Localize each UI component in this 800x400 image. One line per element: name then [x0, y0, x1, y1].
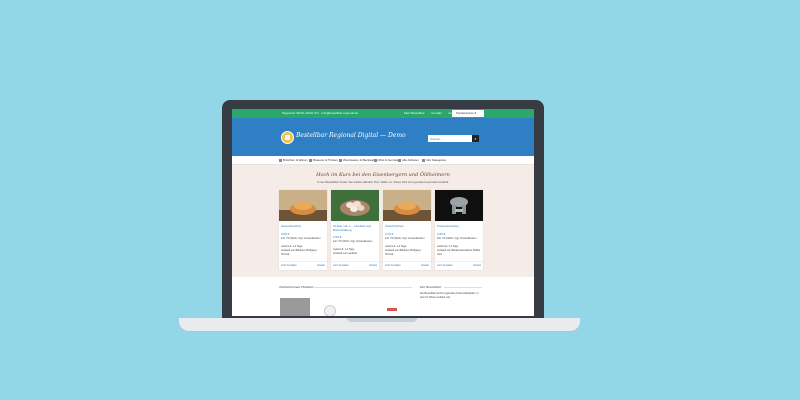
sausage-icon — [339, 158, 342, 162]
laptop-notch — [347, 318, 417, 322]
product-delivery: Lieferzeit: 1-2 Tage — [333, 248, 355, 251]
product-seller: Verkauft von Bäckereikonditorei Willkür … — [437, 249, 481, 256]
product-image — [383, 190, 431, 221]
card-footer: Jetzt bestellen Details — [331, 261, 379, 270]
nav-item-brauerei[interactable]: Brauerei & Trinken — [309, 158, 338, 162]
product-seller: Verkauft von Bäckerei Wolfgang Schmitt — [385, 249, 421, 256]
details-button[interactable]: Details — [421, 264, 429, 267]
details-button[interactable]: Details — [317, 264, 325, 267]
logo-icon[interactable] — [281, 131, 294, 144]
product-image — [279, 190, 327, 221]
product-delivery: Lieferzeit: 1-2 Tage — [437, 245, 459, 248]
website-screen: Tageszeit: 08:00–18:00 Uhr · info@bestel… — [232, 109, 534, 316]
hero-title: Hoch im Kurs bei den Eisenbergern und Öl… — [316, 172, 450, 178]
nav-item-wurstwaren[interactable]: Wurstwaren & Backwaren — [339, 158, 377, 162]
merchants-heading: Teilnehmende Händler — [279, 285, 314, 289]
product-tax: inkl. 7% MwSt. zzgl. Versandkosten — [437, 237, 477, 240]
product-seller: Verkauft von Landwirt — [333, 252, 358, 255]
bread-icon — [279, 158, 282, 162]
account-dropdown[interactable]: Kundenkonto ▾ — [452, 110, 484, 117]
search-icon[interactable]: ⌕ — [472, 135, 479, 142]
product-price: 0,79 € — [385, 232, 394, 236]
product-delivery: Lieferzeit: 1-2 Tage — [385, 245, 407, 248]
product-image — [435, 190, 483, 221]
store-icon — [398, 158, 401, 162]
nav-item-broetchen[interactable]: Brötchen & Waren — [279, 158, 307, 162]
nav-item-info[interactable]: Info Kategorien — [422, 158, 446, 162]
top-bar: Tageszeit: 08:00–18:00 Uhr · info@bestel… — [232, 109, 534, 118]
top-link-contact[interactable]: Kontakt — [432, 111, 442, 115]
product-delivery: Lieferzeit: 1-2 Tage — [281, 245, 303, 248]
site-title[interactable]: Bestellbar Regional Digital — Demo — [296, 132, 406, 139]
product-price: 0,95 € — [437, 232, 446, 236]
nav-item-anbieter[interactable]: Alle Anbieter — [398, 158, 419, 162]
product-card[interactable]: Ostereierkuchen 0,95 € inkl. 7% MwSt. zz… — [435, 190, 483, 270]
product-tax: inkl. 7% MwSt. zzgl. Versandkosten — [281, 237, 321, 240]
featured-section: Hoch im Kurs bei den Eisenbergern und Öl… — [232, 165, 534, 277]
product-price: 0,59 € — [281, 232, 290, 236]
product-name[interactable]: Hasenbrötchen — [281, 224, 325, 228]
beer-icon — [309, 158, 312, 162]
top-link-account[interactable]: Mein Bestellbar — [404, 111, 425, 115]
card-footer: Jetzt bestellen Details — [435, 261, 483, 270]
about-heading: Die Bestellbar — [420, 285, 442, 289]
card-footer: Jetzt bestellen Details — [383, 261, 431, 270]
product-card[interactable]: 10 Eier von L... Landwirt aus Bodenhaltu… — [331, 190, 379, 270]
contact-info: Tageszeit: 08:00–18:00 Uhr · info@bestel… — [282, 111, 359, 115]
product-card[interactable]: Hasenbrötchen 0,59 € inkl. 7% MwSt. zzgl… — [279, 190, 327, 270]
divider — [314, 287, 412, 288]
product-tax: inkl. 7% MwSt. zzgl. Versandkosten — [385, 237, 425, 240]
laptop-mockup: Tageszeit: 08:00–18:00 Uhr · info@bestel… — [0, 0, 800, 400]
details-button[interactable]: Details — [473, 264, 481, 267]
card-footer: Jetzt bestellen Details — [279, 261, 327, 270]
order-button[interactable]: Jetzt bestellen — [333, 264, 349, 267]
merchant-logo[interactable] — [324, 305, 336, 316]
product-name[interactable]: Ostereierkuchen — [437, 224, 481, 228]
merchant-logo[interactable] — [280, 298, 310, 316]
fruit-icon — [374, 158, 377, 162]
order-button[interactable]: Jetzt bestellen — [281, 264, 297, 267]
category-nav: Brötchen & Waren Brauerei & Trinken Wurs… — [232, 156, 534, 165]
order-button[interactable]: Jetzt bestellen — [437, 264, 453, 267]
nav-item-obst[interactable]: Obst & Gemüse — [374, 158, 399, 162]
hero-subtitle: In der Bestellbar finden Sie lokale Händ… — [316, 180, 450, 184]
product-seller: Verkauft von Bäckerei Wolfgang Schmitt — [281, 249, 317, 256]
divider — [444, 287, 482, 288]
product-image — [331, 190, 379, 221]
product-name[interactable]: Osterbrötchen — [385, 224, 429, 228]
merchant-logo[interactable] — [387, 308, 397, 311]
product-name[interactable]: 10 Eier von L... Landwirt aus Bodenhaltu… — [333, 224, 377, 232]
details-button[interactable]: Details — [369, 264, 377, 267]
product-card[interactable]: Osterbrötchen 0,79 € inkl. 7% MwSt. zzgl… — [383, 190, 431, 270]
about-text: Die Bestellbar ist Ihre regionale Online… — [420, 292, 479, 299]
info-icon — [422, 158, 425, 162]
product-price: 2,50 € — [333, 235, 342, 239]
account-label: Kundenkonto — [456, 111, 474, 115]
site-header: Bestellbar Regional Digital — Demo ⌕ — [232, 118, 534, 156]
product-tax: inkl. 7% MwSt. zzgl. Versandkosten — [333, 240, 373, 243]
order-button[interactable]: Jetzt bestellen — [385, 264, 401, 267]
bottom-section: Teilnehmende Händler Die Bestellbar Die … — [232, 277, 534, 316]
search-input[interactable] — [428, 135, 472, 142]
